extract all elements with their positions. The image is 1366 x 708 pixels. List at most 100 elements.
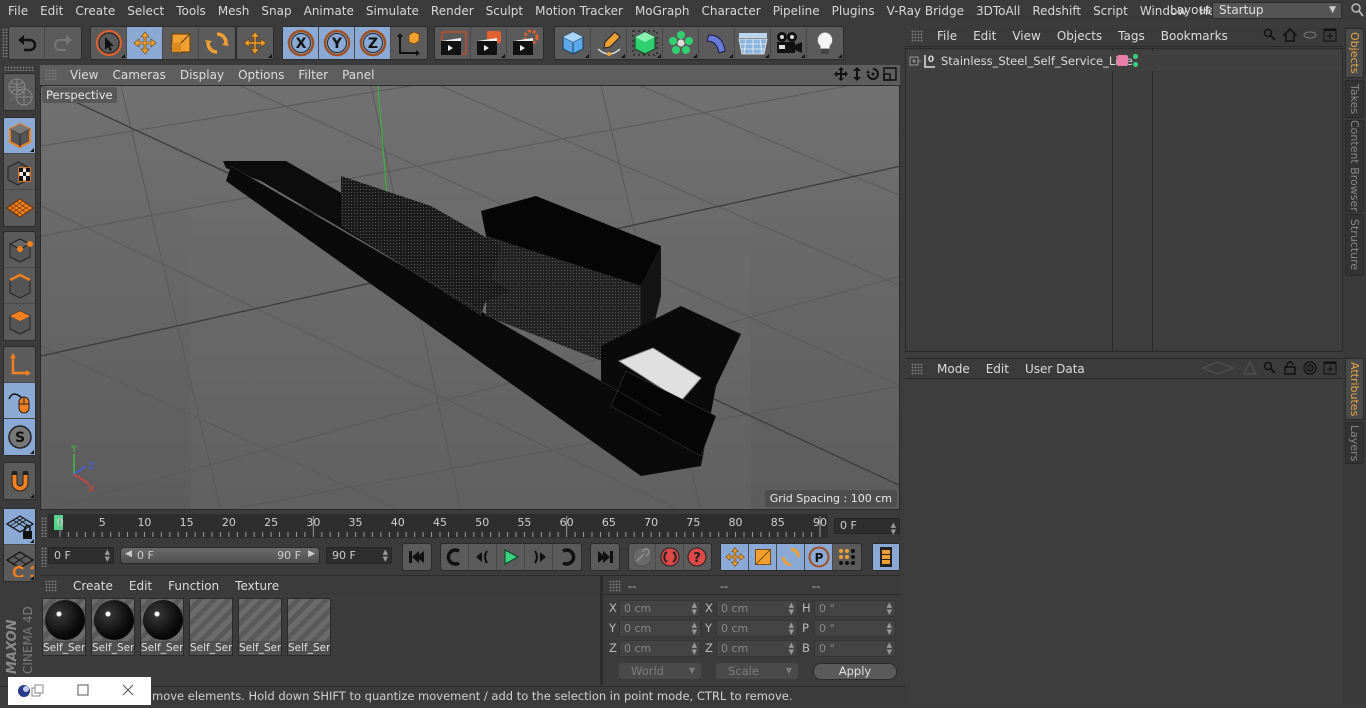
size-z-field[interactable]: 0 cm ▲ ▼: [716, 640, 798, 657]
lock-icon[interactable]: [1283, 361, 1297, 375]
viewport-menu-cameras[interactable]: Cameras: [105, 68, 172, 82]
go-to-end-button[interactable]: [591, 544, 619, 570]
viewport-grip[interactable]: [45, 69, 57, 81]
close-window-icon[interactable]: [122, 684, 134, 696]
spinner-icon[interactable]: ▲ ▼: [105, 549, 110, 563]
material-swatch[interactable]: Self_Ser: [42, 598, 86, 656]
current-frame-field[interactable]: 0 F ▲ ▼: [834, 518, 900, 536]
axis-mode-button[interactable]: [4, 347, 35, 383]
menu-mesh[interactable]: Mesh: [212, 4, 256, 18]
snap-button[interactable]: [4, 463, 35, 499]
go-to-start-button[interactable]: [403, 544, 431, 570]
next-key-button[interactable]: [553, 544, 581, 570]
previous-key-button[interactable]: [441, 544, 469, 570]
keyframe-selection-button[interactable]: ?: [684, 544, 711, 570]
up-arrow-icon[interactable]: [1243, 361, 1257, 375]
object-row[interactable]: 0 Stainless_Steel_Self_Service_Line: [906, 51, 1342, 71]
pla-key-button[interactable]: [833, 544, 861, 570]
texture-mode-button[interactable]: [4, 154, 35, 190]
3d-viewport[interactable]: Y Z X Perspective Grid Spacing : 100 cm: [40, 85, 900, 510]
workplane-mode-button[interactable]: [4, 190, 35, 226]
scale-key-button[interactable]: [749, 544, 777, 570]
next-frame-button[interactable]: [525, 544, 553, 570]
record-key-button[interactable]: [629, 544, 657, 570]
material-menu-edit[interactable]: Edit: [121, 579, 160, 593]
rotation-p-field[interactable]: 0 ° ▲ ▼: [814, 620, 896, 637]
menu-file[interactable]: File: [0, 4, 34, 18]
solo-button[interactable]: S: [4, 419, 35, 455]
play-button[interactable]: [497, 544, 525, 570]
viewport-menu-panel[interactable]: Panel: [335, 68, 381, 82]
dolly-icon[interactable]: [851, 67, 863, 81]
tab-structure[interactable]: Structure: [1345, 214, 1364, 276]
tab-attributes[interactable]: Attributes: [1345, 358, 1364, 420]
tab-content-browser[interactable]: Content Browser: [1345, 120, 1364, 212]
menu-select[interactable]: Select: [121, 4, 170, 18]
menu-pipeline[interactable]: Pipeline: [767, 4, 826, 18]
timeline-controls-grip[interactable]: [41, 547, 47, 567]
menu-sculpt[interactable]: Sculpt: [480, 4, 529, 18]
editor-visibility-dot[interactable]: [1133, 54, 1138, 59]
scale-tool-button[interactable]: [163, 27, 199, 59]
menu-edit[interactable]: Edit: [34, 4, 69, 18]
menu-create[interactable]: Create: [69, 4, 121, 18]
menu-tools[interactable]: Tools: [170, 4, 212, 18]
lock-workplane-button[interactable]: [4, 509, 35, 545]
coordinates-grip[interactable]: [609, 580, 621, 592]
menu-redshift[interactable]: Redshift: [1026, 4, 1087, 18]
tweak-mode-button[interactable]: [4, 383, 35, 419]
position-y-field[interactable]: 0 cm ▲ ▼: [619, 620, 701, 637]
open-timeline-button[interactable]: [873, 544, 899, 570]
polygons-mode-button[interactable]: [4, 304, 35, 340]
render-view-button[interactable]: [435, 27, 471, 59]
rotate-key-button[interactable]: [777, 544, 805, 570]
attributes-menu-mode[interactable]: Mode: [929, 362, 978, 376]
viewport-menu-filter[interactable]: Filter: [291, 68, 335, 82]
move-key-button[interactable]: [721, 544, 749, 570]
redo-button[interactable]: [45, 27, 81, 59]
search-icon[interactable]: [1263, 361, 1277, 375]
render-picture-viewer-button[interactable]: [471, 27, 507, 59]
home-icon[interactable]: [1283, 28, 1297, 42]
rotation-b-field[interactable]: 0 ° ▲ ▼: [814, 640, 896, 657]
attributes-menu-edit[interactable]: Edit: [978, 362, 1017, 376]
tab-layers[interactable]: Layers: [1345, 422, 1364, 464]
recent-tool-button[interactable]: [237, 27, 273, 59]
y-axis-button[interactable]: Y: [319, 27, 355, 59]
material-swatch[interactable]: Self_Ser: [238, 598, 282, 656]
add-spline-button[interactable]: [591, 27, 627, 59]
pan-icon[interactable]: [834, 67, 848, 81]
object-manager-grip[interactable]: [911, 30, 923, 42]
add-scene-button[interactable]: [735, 27, 771, 59]
menu-animate[interactable]: Animate: [298, 4, 360, 18]
objects-menu-objects[interactable]: Objects: [1049, 29, 1110, 43]
menu-3dtoall[interactable]: 3DToAll: [970, 4, 1026, 18]
attribute-manager-grip[interactable]: [911, 362, 923, 375]
tab-objects[interactable]: Objects: [1345, 28, 1364, 78]
menu-plugins[interactable]: Plugins: [826, 4, 881, 18]
menu-script[interactable]: Script: [1087, 4, 1134, 18]
new-panel-icon[interactable]: [1323, 28, 1337, 42]
workplane-align-button[interactable]: [4, 545, 35, 581]
material-swatch[interactable]: Self_Ser: [91, 598, 135, 656]
make-editable-button[interactable]: [4, 74, 35, 110]
position-z-field[interactable]: 0 cm ▲ ▼: [619, 640, 701, 657]
search-icon[interactable]: [1350, 2, 1364, 18]
frame-range-slider[interactable]: ◀ 0 F 90 F ▶: [120, 547, 320, 564]
coordinate-mode-dropdown[interactable]: Scale ▼: [716, 663, 798, 679]
target-icon[interactable]: [1303, 361, 1317, 375]
add-cube-button[interactable]: [555, 27, 591, 59]
add-generator-button[interactable]: [627, 27, 663, 59]
material-grip[interactable]: [45, 579, 57, 592]
back-arrow-icon[interactable]: [1201, 361, 1237, 375]
spinner-icon[interactable]: ▲ ▼: [383, 549, 388, 563]
add-deformer-button[interactable]: [699, 27, 735, 59]
objects-menu-file[interactable]: File: [929, 29, 965, 43]
x-axis-button[interactable]: X: [283, 27, 319, 59]
render-settings-button[interactable]: [507, 27, 543, 59]
z-axis-button[interactable]: Z: [355, 27, 391, 59]
menu-simulate[interactable]: Simulate: [360, 4, 425, 18]
menu-vray-bridge[interactable]: V-Ray Bridge: [881, 4, 970, 18]
new-panel-icon[interactable]: [1323, 361, 1337, 375]
menu-snap[interactable]: Snap: [255, 4, 297, 18]
